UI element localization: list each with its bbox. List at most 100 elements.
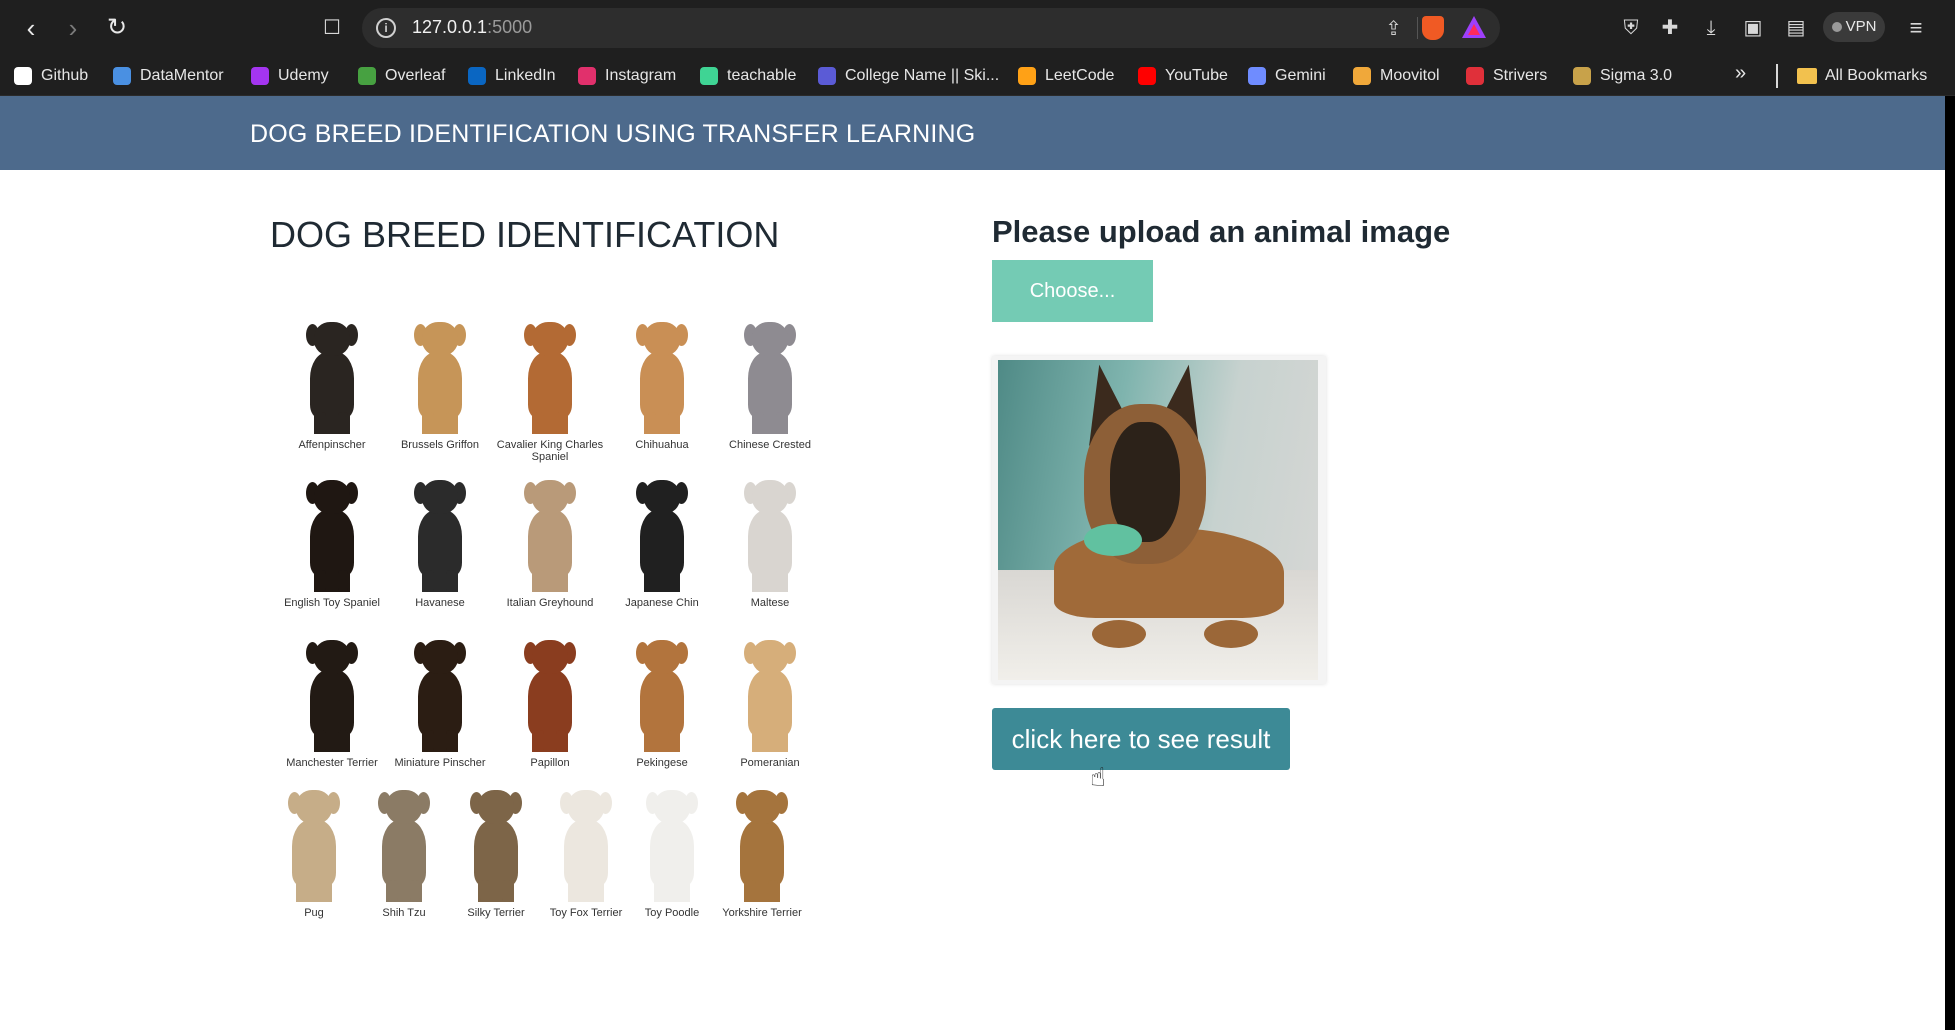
bookmarks-bar: » All Bookmarks Github DataMentor Udemy Ove… [0,56,1955,96]
see-result-button[interactable]: click here to see result [992,708,1290,770]
bookmark-5[interactable]: Instagram [578,64,676,88]
dog-head [296,790,332,824]
download-icon[interactable]: ⤓ [1697,14,1725,42]
bookmark-4[interactable]: LinkedIn [468,64,556,88]
site-info-icon[interactable]: i [376,18,396,38]
bookmark-13[interactable]: Sigma 3.0 [1573,64,1672,88]
bookmark-1[interactable]: DataMentor [113,64,224,88]
dog-figure [634,640,690,756]
dog-body [310,510,354,576]
choose-file-button[interactable]: Choose... [992,260,1153,322]
wallet-icon[interactable]: ▤ [1782,14,1810,42]
breed-chart-image: Affenpinscher Brussels Griffon Cavalier Ki… [276,316,856,1030]
bookmark-2[interactable]: Udemy [251,64,329,88]
dog-figure [522,322,578,438]
dog-figure [522,480,578,596]
dog-head [532,322,568,356]
bookmark-label: teachable [727,67,797,84]
forward-arrow-icon[interactable]: › [56,12,90,44]
dog-legs [644,570,680,592]
dog-legs [314,412,350,434]
dog-body [418,510,462,576]
bookmark-label: Instagram [605,67,677,84]
bookmark-0[interactable]: Github [14,64,88,88]
dog-legs [422,570,458,592]
all-bookmarks-label: All Bookmarks [1825,67,1928,84]
bookmark-divider [1776,64,1778,88]
dog-figure [412,322,468,438]
app-title[interactable]: DOG BREED IDENTIFICATION USING TRANSFER … [250,120,975,149]
vpn-status-dot [1831,22,1842,32]
dog-figure [634,322,690,438]
bookmark-label: Gemini [1275,67,1326,84]
shield-icon[interactable]: ⛨ [1617,14,1645,42]
bookmark-9[interactable]: YouTube [1138,64,1228,88]
dog-body [528,510,572,576]
url-host: 127.0.0.1 [412,17,488,37]
dog-head [644,480,680,514]
dog-legs [752,570,788,592]
bookmark-label: Strivers [1493,67,1548,84]
dog-legs [296,880,332,902]
more-bookmarks-icon[interactable]: » [1735,62,1746,85]
dog-figure [304,322,360,438]
url-text[interactable]: 127.0.0.1:5000 [412,17,532,38]
all-bookmarks-button[interactable]: All Bookmarks [1797,64,1927,88]
instagram-icon [578,67,596,85]
sidebar-icon[interactable]: ▣ [1739,14,1767,42]
bookmark-8[interactable]: LeetCode [1018,64,1114,88]
dog-head [532,480,568,514]
breed-item: Chihuahua [606,316,718,466]
dog-head [314,480,350,514]
breed-item: Yorkshire Terrier [706,784,818,934]
bookmark-label: Github [41,67,89,84]
dog-head [532,640,568,674]
dog-toy [1084,524,1142,556]
menu-icon[interactable]: ≡ [1902,14,1930,42]
bookmark-12[interactable]: Strivers [1466,64,1547,88]
dog-body [640,670,684,736]
dog-legs [744,880,780,902]
dog-head [752,480,788,514]
dog-legs [422,412,458,434]
dog-head [314,322,350,356]
dog-figure [286,790,342,906]
dog-legs [532,570,568,592]
breed-item: Chinese Crested [714,316,826,466]
strivers-icon [1466,67,1484,85]
address-bar[interactable]: i 127.0.0.1:5000 ⇪ [362,8,1500,48]
dog-body [418,352,462,418]
dog-figure [644,790,700,906]
vpn-button[interactable]: VPN [1823,12,1885,42]
dog-body [640,510,684,576]
dog-body [474,820,518,886]
teachable-icon [700,67,718,85]
extensions-icon[interactable]: ✚ [1656,14,1684,42]
bookmark-11[interactable]: Moovitol [1353,64,1440,88]
dog-legs [752,412,788,434]
dog-body [640,352,684,418]
bookmark-10[interactable]: Gemini [1248,64,1326,88]
dog-figure [304,480,360,596]
github-icon [14,67,32,85]
dog-body [748,510,792,576]
dog-legs [314,730,350,752]
dog-figure [742,640,798,756]
brave-rewards-icon[interactable] [1462,16,1486,38]
bookmark-6[interactable]: teachable [700,64,796,88]
bookmark-3[interactable]: Overleaf [358,64,445,88]
share-icon[interactable]: ⇪ [1385,16,1402,41]
dog-figure [412,480,468,596]
back-arrow-icon[interactable]: ‹ [14,12,48,44]
reload-icon[interactable]: ↻ [100,12,134,44]
bookmark-icon[interactable]: ☐ [318,14,346,42]
overleaf-icon [358,67,376,85]
bookmark-label: Moovitol [1380,67,1440,84]
app-navbar: DOG BREED IDENTIFICATION USING TRANSFER … [0,96,1945,170]
dog-legs [478,880,514,902]
dog-body [310,670,354,736]
bookmark-7[interactable]: College Name || Ski... [818,64,999,88]
brave-shields-icon[interactable] [1422,16,1444,40]
breed-item: English Toy Spaniel [276,474,388,624]
breed-item: Miniature Pinscher [384,634,496,784]
